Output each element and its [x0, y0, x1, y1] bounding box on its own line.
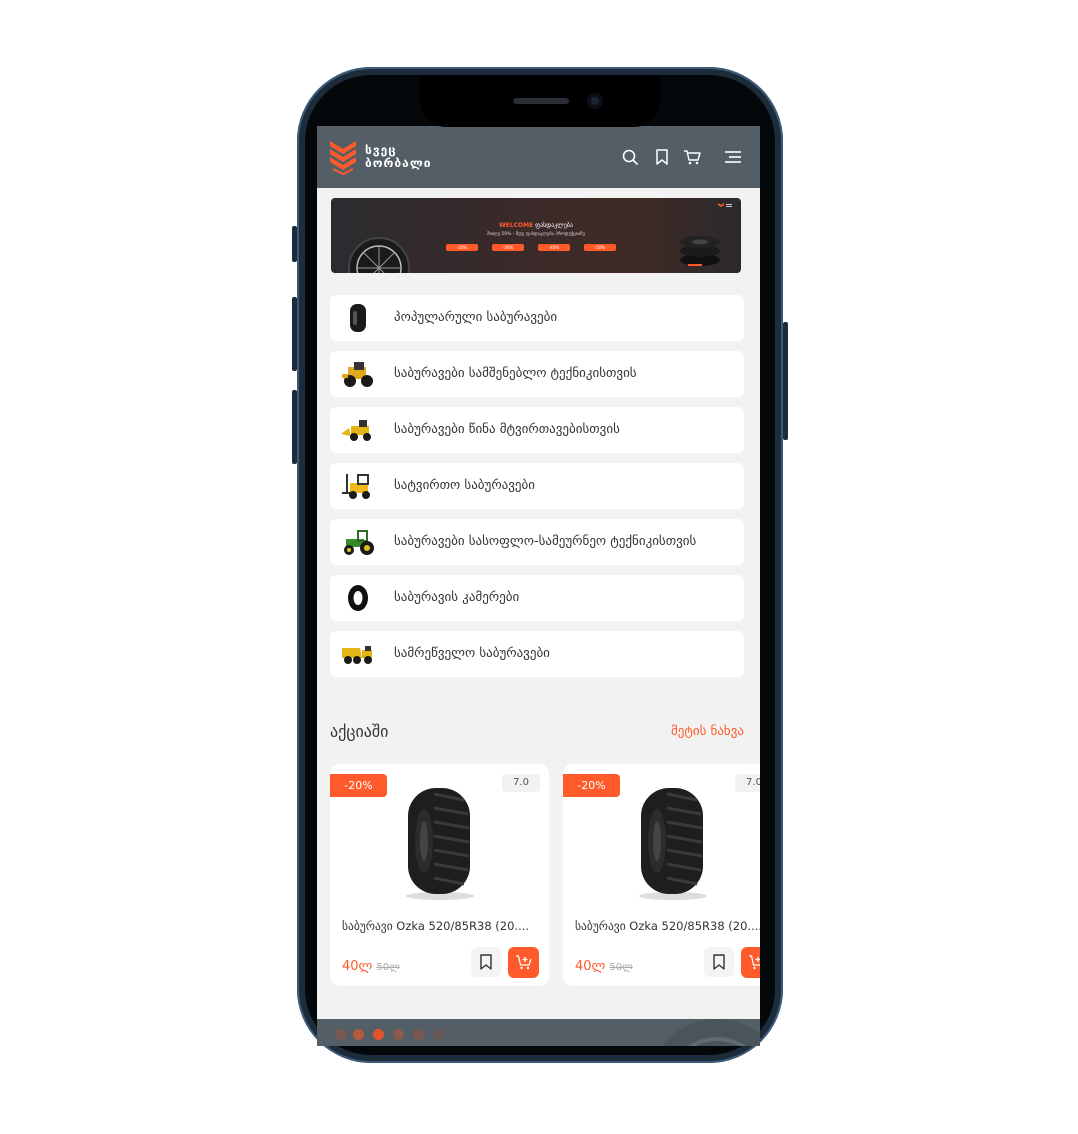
tire-stack-image	[680, 236, 720, 266]
logo-icon[interactable]	[329, 139, 357, 175]
cart-plus-icon	[516, 955, 532, 970]
category-item[interactable]: სატვირთო საბურავები	[330, 463, 744, 509]
category-item[interactable]: საბურავები წინა მტვირთავებისთვის	[330, 407, 744, 453]
product-image[interactable]	[627, 784, 717, 902]
category-label: სამრეწველო საბურავები	[394, 646, 550, 661]
promo-banner[interactable]: WELCOME ფასდაკლება მიიღე 50% - მდე ფასდა…	[331, 198, 741, 273]
bookmark-icon	[713, 954, 725, 970]
power-button	[783, 322, 788, 440]
category-label: საბურავის კამერები	[394, 590, 520, 605]
front-loader-icon	[341, 420, 371, 441]
product-card[interactable]: -20% 7.0 საბურავი Ozka 520/85R38 (20....…	[330, 764, 549, 986]
menu-icon[interactable]	[723, 148, 743, 166]
category-item[interactable]: საბურავები სასოფლო-სამეურნეო ტექნიკისთვი…	[330, 519, 744, 565]
category-item[interactable]: სამრეწველო საბურავები	[330, 631, 744, 677]
tractor-icon	[344, 530, 374, 555]
footer	[317, 1019, 760, 1046]
product-card[interactable]: -20% 7.0 საბურავი Ozka 520/85R38 (20....…	[563, 764, 760, 986]
cart-icon[interactable]	[683, 148, 701, 166]
see-more-link[interactable]: მეტის ნახვა	[671, 724, 744, 739]
old-price: 50ლ	[609, 962, 633, 973]
dump-truck-icon	[342, 646, 372, 664]
wheel-image	[348, 237, 410, 273]
bookmark-icon	[480, 954, 492, 970]
bookmark-button[interactable]	[704, 947, 734, 977]
product-price: 40ლ 50ლ	[575, 959, 633, 974]
discount-badge: -20%	[330, 774, 387, 797]
product-price: 40ლ 50ლ	[342, 959, 400, 974]
decorative-wheel-icon	[661, 1019, 760, 1046]
logo-text[interactable]: სვეც ბორბალი	[365, 144, 431, 170]
rating-badge: 7.0	[735, 774, 760, 792]
category-label: საბურავები წინა მტვირთავებისთვის	[394, 422, 620, 437]
carousel-dot[interactable]	[393, 1029, 404, 1040]
add-to-cart-button[interactable]	[741, 947, 760, 978]
banner-indicator	[688, 264, 702, 266]
category-item[interactable]: პოპულარული საბურავები	[330, 295, 744, 341]
add-to-cart-button[interactable]	[508, 947, 539, 978]
rating-badge: 7.0	[502, 774, 540, 792]
cart-plus-icon	[749, 955, 760, 970]
section-title: აქციაში	[330, 722, 389, 741]
carousel-dot[interactable]	[433, 1029, 444, 1040]
category-item[interactable]: საბურავები სამშენებლო ტექნიკისთვის	[330, 351, 744, 397]
category-label: სატვირთო საბურავები	[394, 478, 535, 493]
product-image[interactable]	[394, 784, 484, 902]
category-label: საბურავები სამშენებლო ტექნიკისთვის	[394, 366, 637, 381]
discount-pill: -50%	[584, 244, 616, 251]
discount-badge: -20%	[563, 774, 620, 797]
carousel-dot[interactable]	[373, 1029, 384, 1040]
banner-title: WELCOME ფასდაკლება	[499, 222, 573, 229]
app-screen: სვეც ბორბალი WELCOME ფასდაკლება მიიღე 50…	[317, 126, 760, 1046]
forklift-icon	[342, 474, 370, 499]
product-name[interactable]: საბურავი Ozka 520/85R38 (20....	[575, 919, 760, 933]
discount-pill: -30%	[492, 244, 524, 251]
front-camera	[587, 93, 603, 109]
bookmark-button[interactable]	[471, 947, 501, 977]
discount-pill: -20%	[446, 244, 478, 251]
search-icon[interactable]	[621, 148, 639, 166]
tire-icon	[350, 304, 366, 332]
category-label: პოპულარული საბურავები	[394, 310, 558, 325]
construction-vehicle-icon	[342, 362, 373, 387]
carousel-dot[interactable]	[335, 1029, 346, 1040]
discount-pill: -40%	[538, 244, 570, 251]
category-item[interactable]: საბურავის კამერები	[330, 575, 744, 621]
logo-line2: ბორბალი	[365, 156, 432, 170]
tube-icon	[348, 585, 368, 611]
carousel-dot[interactable]	[353, 1029, 364, 1040]
phone-speaker	[513, 98, 569, 104]
bookmark-icon[interactable]	[653, 148, 671, 166]
product-name[interactable]: საბურავი Ozka 520/85R38 (20....	[342, 919, 542, 933]
app-header: სვეც ბორბალი	[317, 126, 760, 188]
carousel-dot[interactable]	[413, 1029, 424, 1040]
old-price: 50ლ	[376, 962, 400, 973]
banner-logo-icon	[718, 203, 732, 207]
category-label: საბურავები სასოფლო-სამეურნეო ტექნიკისთვი…	[394, 534, 697, 549]
